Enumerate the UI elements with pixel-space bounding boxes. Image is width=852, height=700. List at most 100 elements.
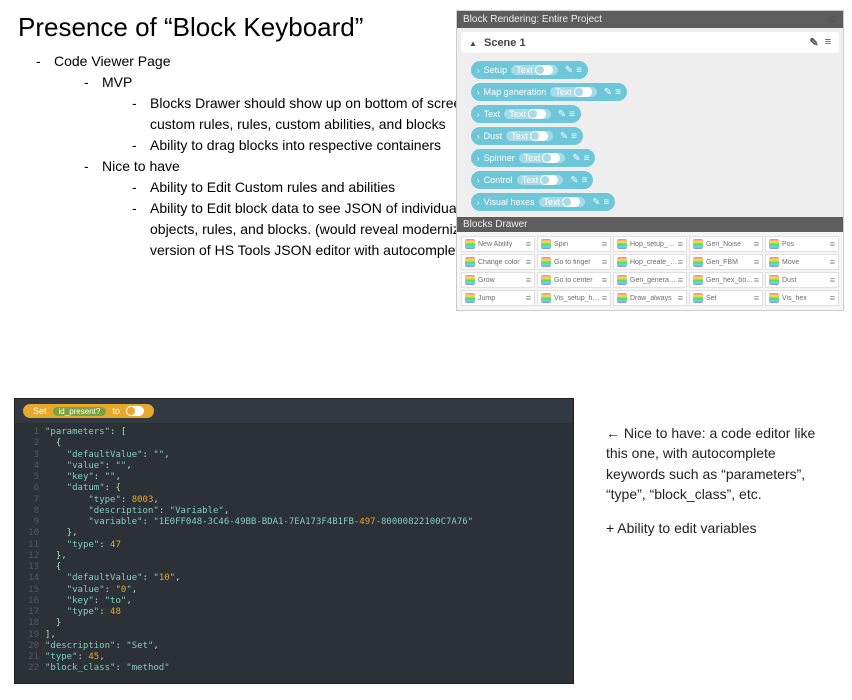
menu-icon[interactable]: ≡ xyxy=(602,257,607,267)
drawer-item[interactable]: Dust≡ xyxy=(765,272,839,288)
menu-icon[interactable]: ≡ xyxy=(602,239,607,249)
drawer-item[interactable]: Hop_setup_world_gener≡ xyxy=(613,236,687,252)
drawer-item-label: Gen_hex_borders xyxy=(706,277,754,284)
swatch-icon xyxy=(541,239,551,249)
drawer-item[interactable]: Gen_FBM≡ xyxy=(689,254,763,270)
pencil-icon[interactable]: ✎ xyxy=(604,87,612,98)
toggle-icon[interactable] xyxy=(562,197,580,207)
drawer-item[interactable]: Go to center≡ xyxy=(537,272,611,288)
drawer-item[interactable]: Draw_always≡ xyxy=(613,290,687,306)
menu-icon[interactable]: ≡ xyxy=(526,293,531,303)
toggle-icon[interactable] xyxy=(574,87,592,97)
menu-icon[interactable]: ≡ xyxy=(830,293,835,303)
gear-icon[interactable]: ⚙ xyxy=(827,13,837,26)
block-pill-text: Text xyxy=(522,175,539,185)
right-note: ← Nice to have: a code editor like this … xyxy=(606,423,838,552)
toggle-icon[interactable] xyxy=(530,131,548,141)
menu-icon[interactable]: ≡ xyxy=(569,109,575,120)
scene-row[interactable]: ▲ Scene 1 ✎ ≡ xyxy=(461,32,839,53)
menu-icon[interactable]: ≡ xyxy=(526,257,531,267)
code-topbar: Set id_present? to xyxy=(15,399,573,423)
block-pill[interactable]: ›SpinnerText✎≡ xyxy=(471,149,595,167)
drawer-item[interactable]: Vis_hex≡ xyxy=(765,290,839,306)
drawer-item[interactable]: Change color≡ xyxy=(461,254,535,270)
panel-header: Block Rendering: Entire Project ⚙ xyxy=(457,11,843,28)
menu-icon[interactable]: ≡ xyxy=(584,153,590,164)
drawer-item[interactable]: New Ability≡ xyxy=(461,236,535,252)
drawer-item[interactable]: Spin≡ xyxy=(537,236,611,252)
swatch-icon xyxy=(465,257,475,267)
pencil-icon[interactable]: ✎ xyxy=(560,131,568,142)
menu-icon[interactable]: ≡ xyxy=(678,275,683,285)
drawer-item[interactable]: Set≡ xyxy=(689,290,763,306)
pencil-icon[interactable]: ✎ xyxy=(592,197,600,208)
code-line: 14 "defaultValue": "10", xyxy=(21,573,567,584)
code-chip[interactable]: Set id_present? to xyxy=(23,404,154,418)
drawer-item[interactable]: Jump≡ xyxy=(461,290,535,306)
block-pill[interactable]: ›Map generationText✎≡ xyxy=(471,83,627,101)
menu-icon[interactable]: ≡ xyxy=(615,87,621,98)
block-pill[interactable]: ›DustText✎≡ xyxy=(471,127,583,145)
drawer-item[interactable]: Pos≡ xyxy=(765,236,839,252)
drawer-item[interactable]: Gen_generate_map≡ xyxy=(613,272,687,288)
panel-header-actions: ⚙ xyxy=(827,13,837,26)
menu-icon[interactable]: ≡ xyxy=(678,239,683,249)
swatch-icon xyxy=(541,293,551,303)
drawer-item[interactable]: Move≡ xyxy=(765,254,839,270)
drawer-item[interactable]: Gen_hex_borders≡ xyxy=(689,272,763,288)
menu-icon[interactable]: ≡ xyxy=(754,239,759,249)
block-pill[interactable]: ›SetupText✎≡ xyxy=(471,61,588,79)
menu-icon[interactable]: ≡ xyxy=(526,275,531,285)
menu-icon[interactable]: ≡ xyxy=(678,257,683,267)
pencil-icon[interactable]: ✎ xyxy=(809,36,818,49)
block-pill-label: Map generation xyxy=(484,87,547,97)
pencil-icon[interactable]: ✎ xyxy=(572,153,580,164)
menu-icon[interactable]: ≡ xyxy=(825,36,831,49)
menu-icon[interactable]: ≡ xyxy=(571,131,577,142)
menu-icon[interactable]: ≡ xyxy=(602,275,607,285)
swatch-icon xyxy=(617,293,627,303)
block-pill-inner: Text xyxy=(511,65,558,75)
drawer-item[interactable]: Hop_create_clones≡ xyxy=(613,254,687,270)
drawer-item-label: Dust xyxy=(782,277,830,284)
toggle-icon[interactable] xyxy=(535,65,553,75)
menu-icon[interactable]: ≡ xyxy=(678,293,683,303)
toggle-icon[interactable] xyxy=(528,109,546,119)
code-line: 13 { xyxy=(21,562,567,573)
drawer-item[interactable]: Vis_setup_hexagons≡ xyxy=(537,290,611,306)
menu-icon[interactable]: ≡ xyxy=(603,197,609,208)
toggle-icon[interactable] xyxy=(126,406,144,416)
drawer-item-label: Gen_Noise xyxy=(706,241,754,248)
swatch-icon xyxy=(465,293,475,303)
menu-icon[interactable]: ≡ xyxy=(830,239,835,249)
block-pill-label: Setup xyxy=(484,65,508,75)
block-pill[interactable]: ›ControlText✎≡ xyxy=(471,171,593,189)
swatch-icon xyxy=(617,257,627,267)
menu-icon[interactable]: ≡ xyxy=(830,275,835,285)
block-pill[interactable]: ›TextText✎≡ xyxy=(471,105,581,123)
drawer-item[interactable]: Gen_Noise≡ xyxy=(689,236,763,252)
swatch-icon xyxy=(465,239,475,249)
menu-icon[interactable]: ≡ xyxy=(754,275,759,285)
menu-icon[interactable]: ≡ xyxy=(602,293,607,303)
pencil-icon[interactable]: ✎ xyxy=(565,65,573,76)
code-line: 21"type": 45, xyxy=(21,652,567,663)
toggle-icon[interactable] xyxy=(540,175,558,185)
menu-icon[interactable]: ≡ xyxy=(526,239,531,249)
pencil-icon[interactable]: ✎ xyxy=(570,175,578,186)
note-p2: + Ability to edit variables xyxy=(606,518,838,538)
menu-icon[interactable]: ≡ xyxy=(576,65,582,76)
chevron-right-icon: › xyxy=(477,88,480,97)
block-pill[interactable]: ›Visual hexesText✎≡ xyxy=(471,193,615,211)
drawer-item[interactable]: Grow≡ xyxy=(461,272,535,288)
drawer-item[interactable]: Go to finger≡ xyxy=(537,254,611,270)
menu-icon[interactable]: ≡ xyxy=(830,257,835,267)
menu-icon[interactable]: ≡ xyxy=(754,293,759,303)
swatch-icon xyxy=(769,293,779,303)
menu-icon[interactable]: ≡ xyxy=(754,257,759,267)
drawer-item-label: Hop_create_clones xyxy=(630,259,678,266)
menu-icon[interactable]: ≡ xyxy=(582,175,588,186)
pencil-icon[interactable]: ✎ xyxy=(558,109,566,120)
toggle-icon[interactable] xyxy=(542,153,560,163)
swatch-icon xyxy=(693,275,703,285)
